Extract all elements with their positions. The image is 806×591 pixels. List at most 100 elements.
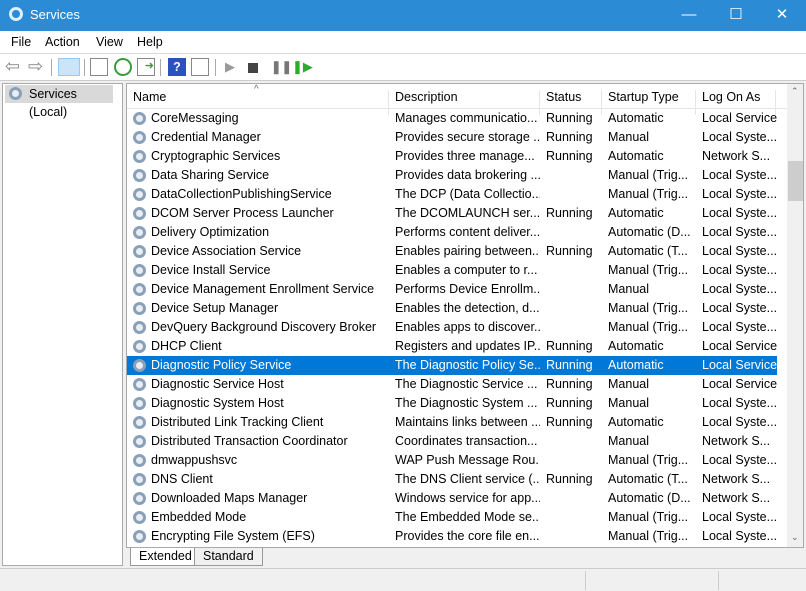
cell-status: Running	[546, 377, 593, 391]
scroll-down-icon[interactable]: ⌄	[791, 532, 799, 543]
menu-action[interactable]: Action	[45, 35, 80, 49]
table-row[interactable]: Credential Manager Provides secure storag…	[127, 128, 777, 147]
menu-help[interactable]: Help	[137, 35, 163, 49]
table-row[interactable]: Cryptographic Services Provides three man…	[127, 147, 777, 166]
pause-service-icon[interactable]: ❚❚	[271, 58, 292, 76]
show-hide-console-tree-icon[interactable]	[58, 58, 80, 76]
cell-log-on-as: Local Syste...	[702, 301, 778, 315]
table-row[interactable]: dmwappushsvc WAP Push Message Rou... Manua…	[127, 451, 777, 470]
table-row[interactable]: DHCP Client Registers and updates IP... Ru…	[127, 337, 777, 356]
close-button[interactable]: ✕	[759, 0, 805, 31]
maximize-button[interactable]: ☐	[713, 0, 759, 31]
cell-status: Running	[546, 130, 593, 144]
cell-log-on-as: Local Syste...	[702, 168, 778, 182]
cell-startup-type: Manual (Trig...	[608, 187, 689, 201]
gear-icon	[133, 511, 146, 524]
table-row[interactable]: Diagnostic Service Host The Diagnostic Se…	[127, 375, 777, 394]
stop-service-icon[interactable]	[248, 63, 258, 73]
menu-file[interactable]: File	[11, 35, 31, 49]
menu-view[interactable]: View	[96, 35, 123, 49]
tree-node-services-local[interactable]: Services (Local)	[5, 85, 113, 119]
cell-name: dmwappushsvc	[151, 453, 238, 467]
cell-startup-type: Manual (Trig...	[608, 301, 689, 315]
table-row[interactable]: Data Sharing Service Provides data broker…	[127, 166, 777, 185]
cell-startup-type: Manual (Trig...	[608, 510, 689, 524]
table-row[interactable]: Device Management Enrollment Service Perf…	[127, 280, 777, 299]
table-row[interactable]: Distributed Link Tracking Client Maintain…	[127, 413, 777, 432]
export-list-icon[interactable]: ➜	[137, 58, 155, 76]
back-icon[interactable]: ⇦	[5, 57, 23, 76]
table-row[interactable]: Device Association Service Enables pairin…	[127, 242, 777, 261]
table-row[interactable]: Diagnostic System Host The Diagnostic Sys…	[127, 394, 777, 413]
cell-description: Coordinates transaction...	[395, 434, 538, 448]
cell-status: Running	[546, 206, 593, 220]
gear-icon	[133, 264, 146, 277]
services-app-icon	[9, 7, 23, 21]
table-row[interactable]: DevQuery Background Discovery Broker Enab…	[127, 318, 777, 337]
forward-icon[interactable]: ⇨	[28, 57, 46, 76]
cell-log-on-as: Local Syste...	[702, 263, 778, 277]
cell-description: The Embedded Mode se...	[395, 510, 540, 524]
cell-description: Enables a computer to r...	[395, 263, 538, 277]
cell-name: Delivery Optimization	[151, 225, 270, 239]
cell-log-on-as: Local Service	[702, 358, 778, 372]
table-row[interactable]: DataCollectionPublishingService The DCP (…	[127, 185, 777, 204]
cell-log-on-as: Local Syste...	[702, 529, 778, 543]
cell-description: The DCP (Data Collectio...	[395, 187, 540, 201]
cell-log-on-as: Network S...	[702, 472, 771, 486]
scroll-up-icon[interactable]: ⌃	[791, 86, 799, 97]
cell-description: Windows service for app...	[395, 491, 540, 505]
cell-startup-type: Manual	[608, 130, 649, 144]
scrollbar-thumb[interactable]	[788, 161, 803, 201]
refresh-icon[interactable]	[114, 58, 132, 76]
window-title: Services	[30, 7, 80, 22]
cell-name: Downloaded Maps Manager	[151, 491, 308, 505]
cell-description: WAP Push Message Rou...	[395, 453, 540, 467]
table-row[interactable]: DCOM Server Process Launcher The DCOMLAUN…	[127, 204, 777, 223]
cell-description: The Diagnostic System ...	[395, 396, 538, 410]
show-action-pane-icon[interactable]	[191, 58, 209, 76]
properties-icon[interactable]	[90, 58, 108, 76]
vertical-scrollbar[interactable]: ⌃ ⌄	[787, 84, 803, 547]
cell-startup-type: Automatic	[608, 415, 664, 429]
table-row[interactable]: Device Install Service Enables a computer…	[127, 261, 777, 280]
table-row[interactable]: Delivery Optimization Performs content de…	[127, 223, 777, 242]
gear-icon	[133, 169, 146, 182]
cell-startup-type: Automatic (D...	[608, 491, 691, 505]
gear-icon	[133, 473, 146, 486]
cell-description: Enables apps to discover...	[395, 320, 540, 334]
cell-startup-type: Automatic	[608, 358, 664, 372]
gear-icon	[9, 87, 22, 100]
start-service-icon[interactable]: ▶	[225, 58, 243, 76]
cell-name: CoreMessaging	[151, 111, 239, 125]
table-row[interactable]: Diagnostic Policy Service The Diagnostic …	[127, 356, 777, 375]
gear-icon	[133, 131, 146, 144]
table-row[interactable]: Embedded Mode The Embedded Mode se... Manu…	[127, 508, 777, 527]
table-row[interactable]: DNS Client The DNS Client service (... Run…	[127, 470, 777, 489]
minimize-button[interactable]: —	[666, 0, 712, 31]
toolbar: ⇦ ⇨ ➜ ? ▶ ❚❚ ❚▶	[0, 54, 806, 81]
services-list: ^ Name Description Status Startup Type L…	[126, 83, 804, 548]
cell-name: Encrypting File System (EFS)	[151, 529, 315, 543]
cell-name: DataCollectionPublishingService	[151, 187, 332, 201]
table-row[interactable]: Downloaded Maps Manager Windows service f…	[127, 489, 777, 508]
cell-name: Diagnostic Policy Service	[151, 358, 292, 372]
cell-name: DHCP Client	[151, 339, 222, 353]
table-row[interactable]: Distributed Transaction Coordinator Coord…	[127, 432, 777, 451]
cell-description: Provides the core file en...	[395, 529, 540, 543]
table-row[interactable]: Encrypting File System (EFS) Provides the…	[127, 527, 777, 546]
cell-status: Running	[546, 149, 593, 163]
cell-log-on-as: Local Syste...	[702, 244, 778, 258]
cell-log-on-as: Local Service	[702, 111, 778, 125]
cell-log-on-as: Local Syste...	[702, 282, 778, 296]
tab-extended[interactable]: Extended	[130, 548, 201, 566]
gear-icon	[133, 150, 146, 163]
cell-name: Device Setup Manager	[151, 301, 279, 315]
tab-standard[interactable]: Standard	[194, 548, 263, 566]
table-row[interactable]: Device Setup Manager Enables the detectio…	[127, 299, 777, 318]
table-row[interactable]: CoreMessaging Manages communicatio... Runn…	[127, 109, 777, 128]
help-icon[interactable]: ?	[168, 58, 186, 76]
restart-service-icon[interactable]: ❚▶	[292, 58, 313, 76]
view-tabs: Extended Standard	[126, 548, 804, 566]
gear-icon	[133, 188, 146, 201]
